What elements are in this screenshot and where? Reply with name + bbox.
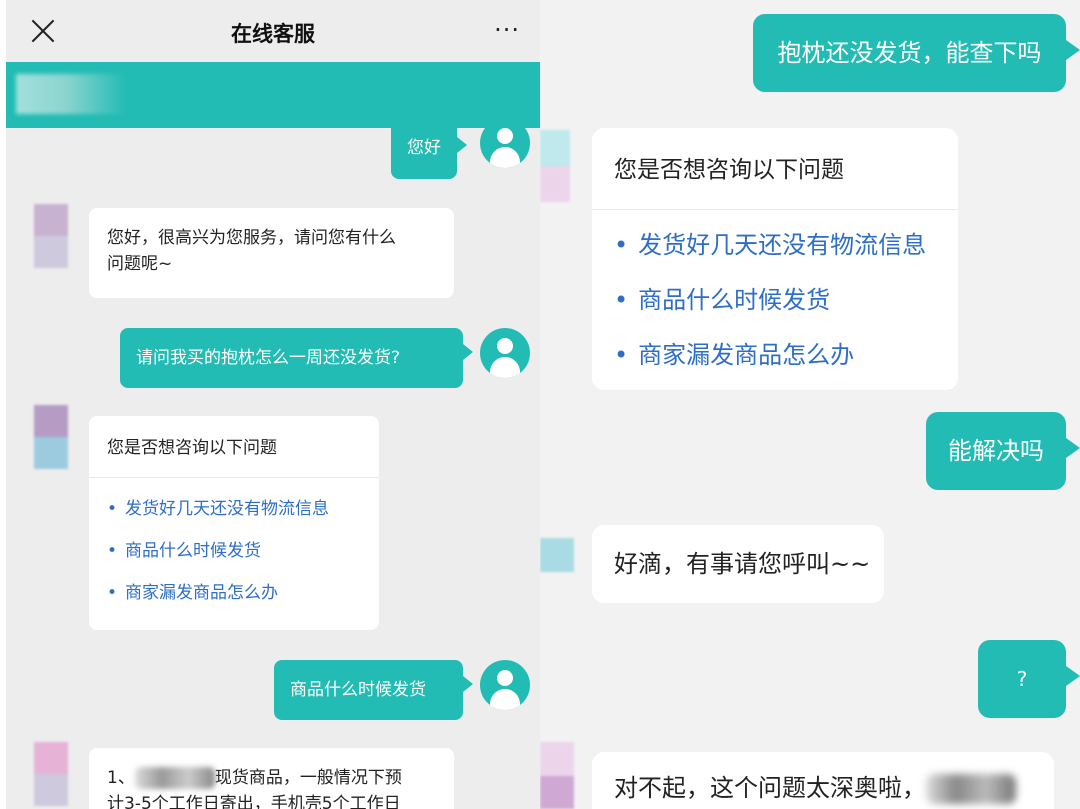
message-text: 商品什么时候发货: [290, 680, 426, 700]
message-text: 您好: [407, 138, 441, 158]
message-text: 问题呢~: [107, 253, 173, 274]
agent-message-bubble: 1、 现货商品，一般情况下预 计3-5个工作日寄出，手机壳5个工作日: [89, 748, 454, 809]
shop-banner: [6, 62, 540, 128]
agent-message-bubble: 对不起，这个问题太深奥啦，: [592, 752, 1054, 809]
suggestion-card: 您是否想咨询以下问题 发货好几天还没有物流信息 商品什么时候发货 商家漏发商品怎…: [592, 128, 958, 390]
agent-message-bubble: 您好，很高兴为您服务，请问您有什么 问题呢~: [89, 208, 454, 298]
blurred-text: [926, 774, 1016, 804]
agent-avatar: [34, 742, 68, 806]
message-text: ?: [1016, 667, 1028, 691]
agent-avatar: [34, 204, 68, 268]
suggestion-link[interactable]: 发货好几天还没有物流信息: [107, 488, 361, 530]
message-text: 您好，很高兴为您服务，请问您有什么: [107, 228, 396, 248]
left-chat-screenshot: 在线客服 ··· 您好 您好，很高兴为您服务，请问您有什么 问题呢~ 请问我买的…: [6, 0, 540, 809]
user-message-bubble: 抱枕还没发货，能查下吗: [753, 14, 1080, 92]
suggestion-link[interactable]: 商品什么时候发货: [107, 530, 361, 572]
user-message-bubble: 能解决吗: [926, 412, 1080, 490]
message-text: 计3-5个工作日寄出，手机壳5个工作日: [107, 793, 401, 809]
blurred-shop-name: [134, 767, 215, 789]
message-text: 对不起，这个问题太深奥啦，: [614, 774, 926, 802]
message-text: 好滴，有事请您呼叫~~: [614, 550, 871, 578]
suggestion-card: 您是否想咨询以下问题 发货好几天还没有物流信息 商品什么时候发货 商家漏发商品怎…: [89, 416, 379, 630]
suggestion-link[interactable]: 商品什么时候发货: [614, 273, 936, 328]
message-text: 1、: [107, 768, 135, 788]
agent-message-bubble: 好滴，有事请您呼叫~~: [592, 525, 884, 603]
user-message-bubble: 请问我买的抱枕怎么一周还没发货?: [120, 328, 473, 388]
user-message-bubble: 您好: [391, 121, 467, 179]
user-message-bubble: ?: [978, 640, 1080, 718]
agent-avatar: [540, 538, 574, 572]
right-chat-screenshot: 抱枕还没发货，能查下吗 您是否想咨询以下问题 发货好几天还没有物流信息 商品什么…: [540, 0, 1080, 809]
agent-avatar: [540, 742, 574, 809]
agent-avatar: [540, 130, 570, 202]
message-text: 现货商品，一般情况下预: [214, 768, 402, 788]
page-title: 在线客服: [231, 22, 315, 46]
message-text: 请问我买的抱枕怎么一周还没发货?: [136, 348, 401, 368]
suggestion-title: 您是否想咨询以下问题: [592, 128, 958, 210]
user-avatar-icon: [480, 118, 530, 168]
suggestion-list: 发货好几天还没有物流信息 商品什么时候发货 商家漏发商品怎么办: [592, 210, 958, 391]
user-avatar-icon: [480, 328, 530, 378]
message-text: 抱枕还没发货，能查下吗: [777, 39, 1042, 67]
title-bar: 在线客服 ···: [6, 0, 540, 62]
agent-avatar: [34, 405, 68, 469]
message-text: 能解决吗: [948, 437, 1044, 465]
blurred-shop-logo: [16, 74, 126, 114]
suggestion-link[interactable]: 商家漏发商品怎么办: [614, 328, 936, 383]
suggestion-title: 您是否想咨询以下问题: [89, 416, 379, 478]
suggestion-list: 发货好几天还没有物流信息 商品什么时候发货 商家漏发商品怎么办: [89, 478, 379, 624]
user-avatar-icon: [480, 660, 530, 710]
user-message-bubble: 商品什么时候发货: [274, 660, 473, 720]
suggestion-link[interactable]: 商家漏发商品怎么办: [107, 572, 361, 614]
more-options-icon[interactable]: ···: [494, 16, 520, 44]
suggestion-link[interactable]: 发货好几天还没有物流信息: [614, 218, 936, 273]
